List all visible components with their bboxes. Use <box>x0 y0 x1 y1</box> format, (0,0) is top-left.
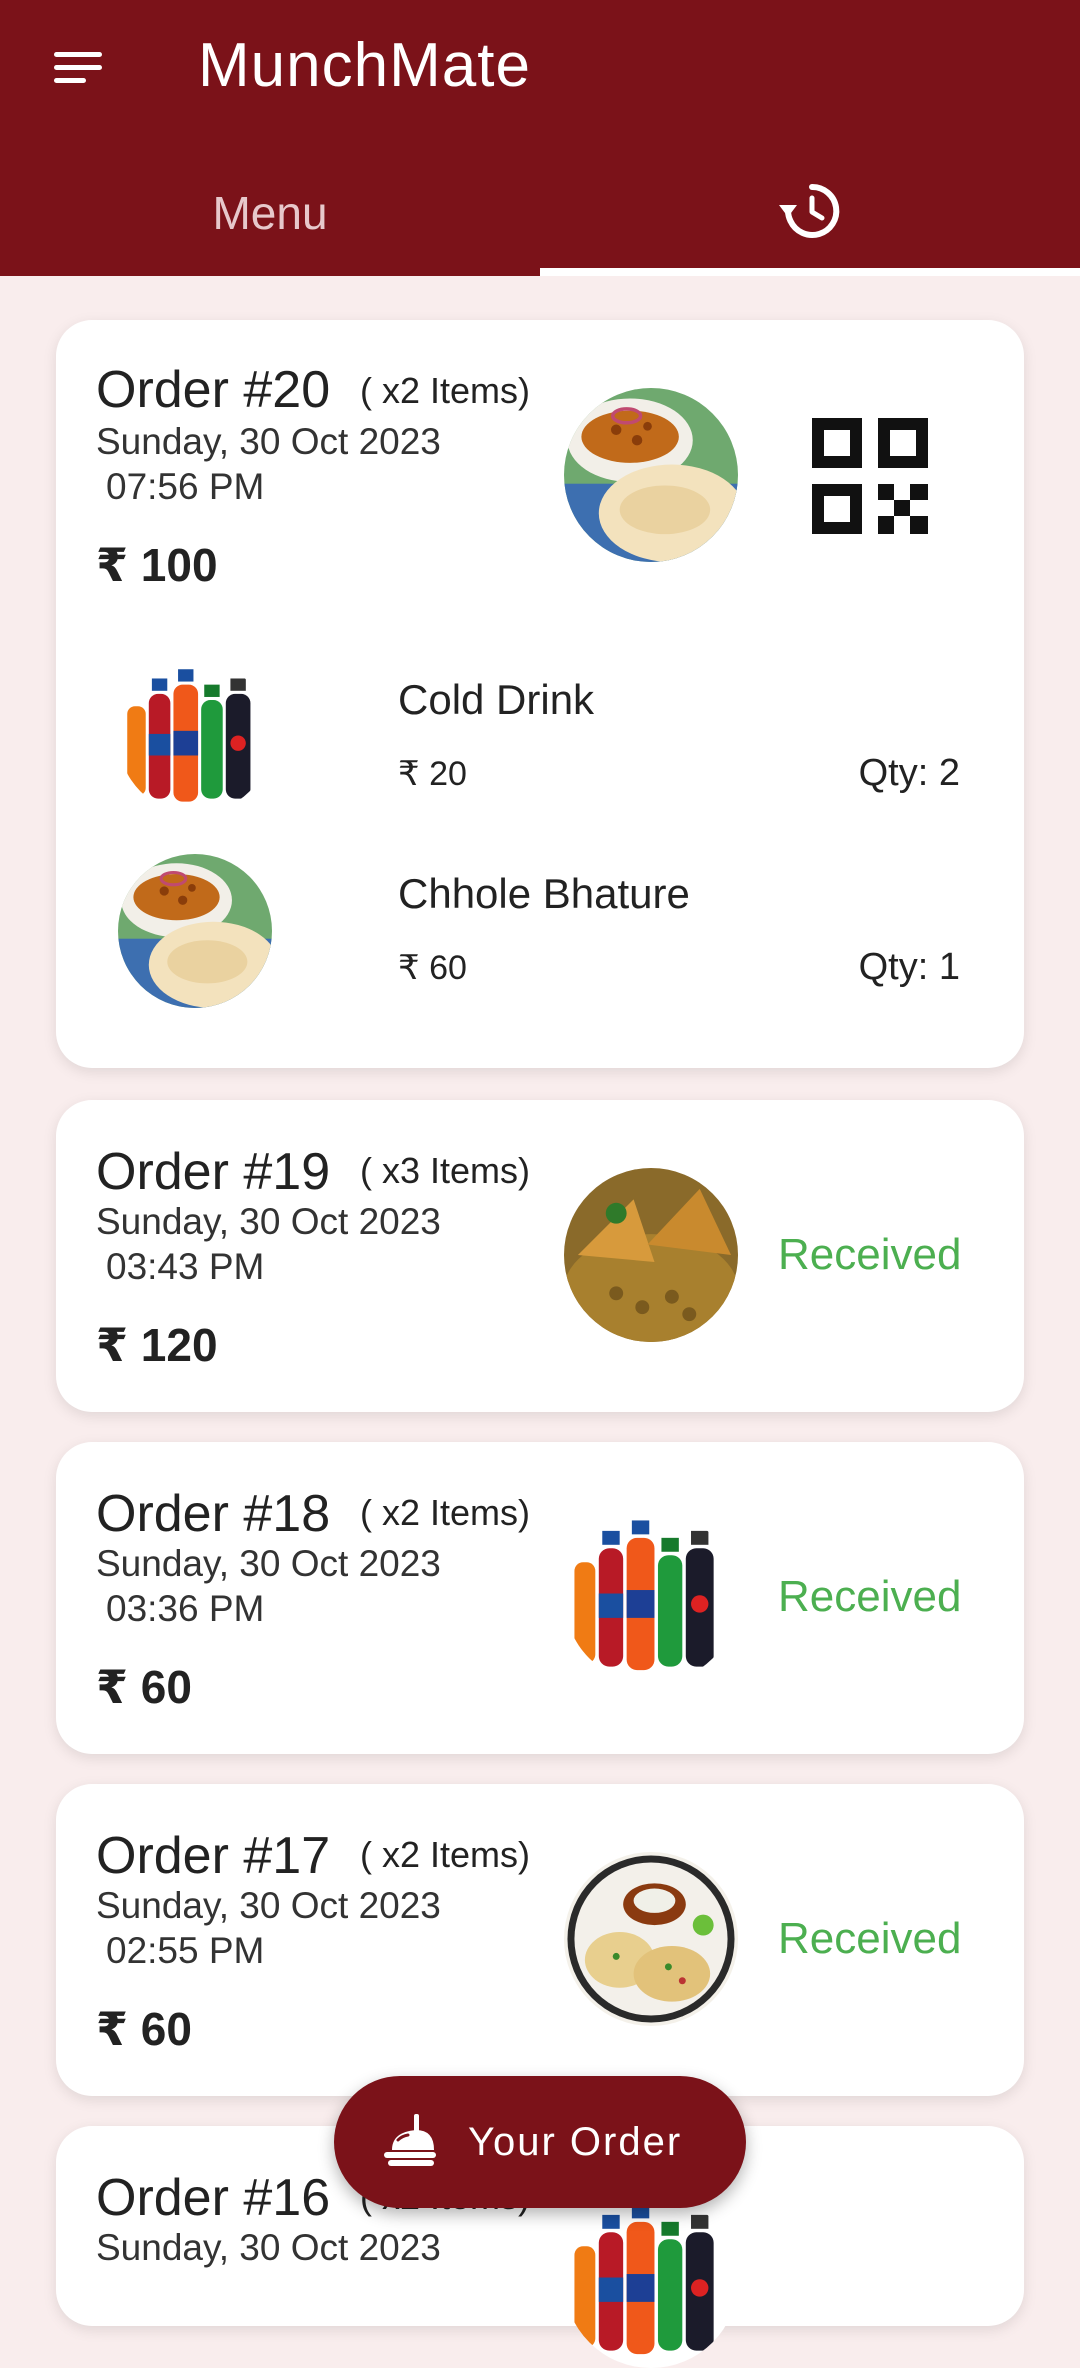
order-title: Order #16 <box>96 2169 331 2227</box>
order-date: Sunday, 30 Oct 2023 <box>96 2227 441 2268</box>
tab-indicator <box>540 268 1080 276</box>
tab-menu-label: Menu <box>212 187 328 239</box>
app-bar: MunchMate Menu <box>0 0 1080 276</box>
status-badge: Received <box>778 1914 962 1963</box>
order-date: Sunday, 30 Oct 2023 <box>96 1885 441 1926</box>
item-price: ₹ 60 <box>398 949 467 987</box>
order-card[interactable]: Order #18 ( x2 Items) Sunday, 30 Oct 202… <box>56 1442 1024 1754</box>
tab-menu[interactable]: Menu <box>0 150 540 276</box>
order-price: ₹ 60 <box>96 2003 192 2055</box>
order-price: ₹ 120 <box>96 1319 218 1371</box>
item-quantity: Qty: 1 <box>858 946 960 988</box>
order-title: Order #20 <box>96 361 331 419</box>
order-title: Order #18 <box>96 1485 331 1543</box>
item-thumbnail <box>118 660 272 814</box>
status-badge: Received <box>778 1572 962 1621</box>
tab-history[interactable] <box>540 150 1080 276</box>
item-thumbnail <box>118 854 272 1008</box>
order-card[interactable]: Order #17 ( x2 Items) Sunday, 30 Oct 202… <box>56 1784 1024 2096</box>
menu-icon[interactable] <box>40 36 116 100</box>
order-time: 03:36 PM <box>106 1588 265 1629</box>
order-thumbnail <box>564 2194 738 2368</box>
order-item-count: ( x2 Items) <box>360 370 531 411</box>
qr-code-icon[interactable] <box>808 414 932 543</box>
your-order-label: Your Order <box>468 2119 683 2164</box>
order-time: 03:43 PM <box>106 1246 265 1287</box>
order-date: Sunday, 30 Oct 2023 <box>96 421 441 462</box>
your-order-button[interactable]: Your Order <box>334 2076 746 2208</box>
order-price: ₹ 60 <box>96 1661 192 1713</box>
order-time: 07:56 PM <box>106 466 265 507</box>
item-name: Chhole Bhature <box>398 870 690 917</box>
item-price: ₹ 20 <box>398 755 467 793</box>
app-title: MunchMate <box>198 31 531 100</box>
order-thumbnail <box>564 388 738 562</box>
order-title: Order #19 <box>96 1143 331 1201</box>
food-serving-icon <box>378 2110 442 2174</box>
item-name: Cold Drink <box>398 676 595 723</box>
order-item-count: ( x2 Items) <box>360 1834 531 1875</box>
order-title: Order #17 <box>96 1827 331 1885</box>
order-item-count: ( x2 Items) <box>360 1492 531 1533</box>
order-price: ₹ 100 <box>96 539 218 591</box>
order-thumbnail <box>564 1168 738 1342</box>
order-card[interactable]: Order #19 ( x3 Items) Sunday, 30 Oct 202… <box>56 1100 1024 1412</box>
order-date: Sunday, 30 Oct 2023 <box>96 1543 441 1584</box>
order-item-count: ( x3 Items) <box>360 1150 531 1191</box>
order-time: 02:55 PM <box>106 1930 265 1971</box>
item-quantity: Qty: 2 <box>858 752 960 794</box>
history-icon <box>778 181 842 246</box>
status-badge: Received <box>778 1230 962 1279</box>
order-date: Sunday, 30 Oct 2023 <box>96 1201 441 1242</box>
order-thumbnail <box>564 1852 738 2026</box>
order-thumbnail <box>564 1510 738 1684</box>
order-card[interactable]: Order #20 ( x2 Items) Sunday, 30 Oct 202… <box>56 320 1024 1068</box>
